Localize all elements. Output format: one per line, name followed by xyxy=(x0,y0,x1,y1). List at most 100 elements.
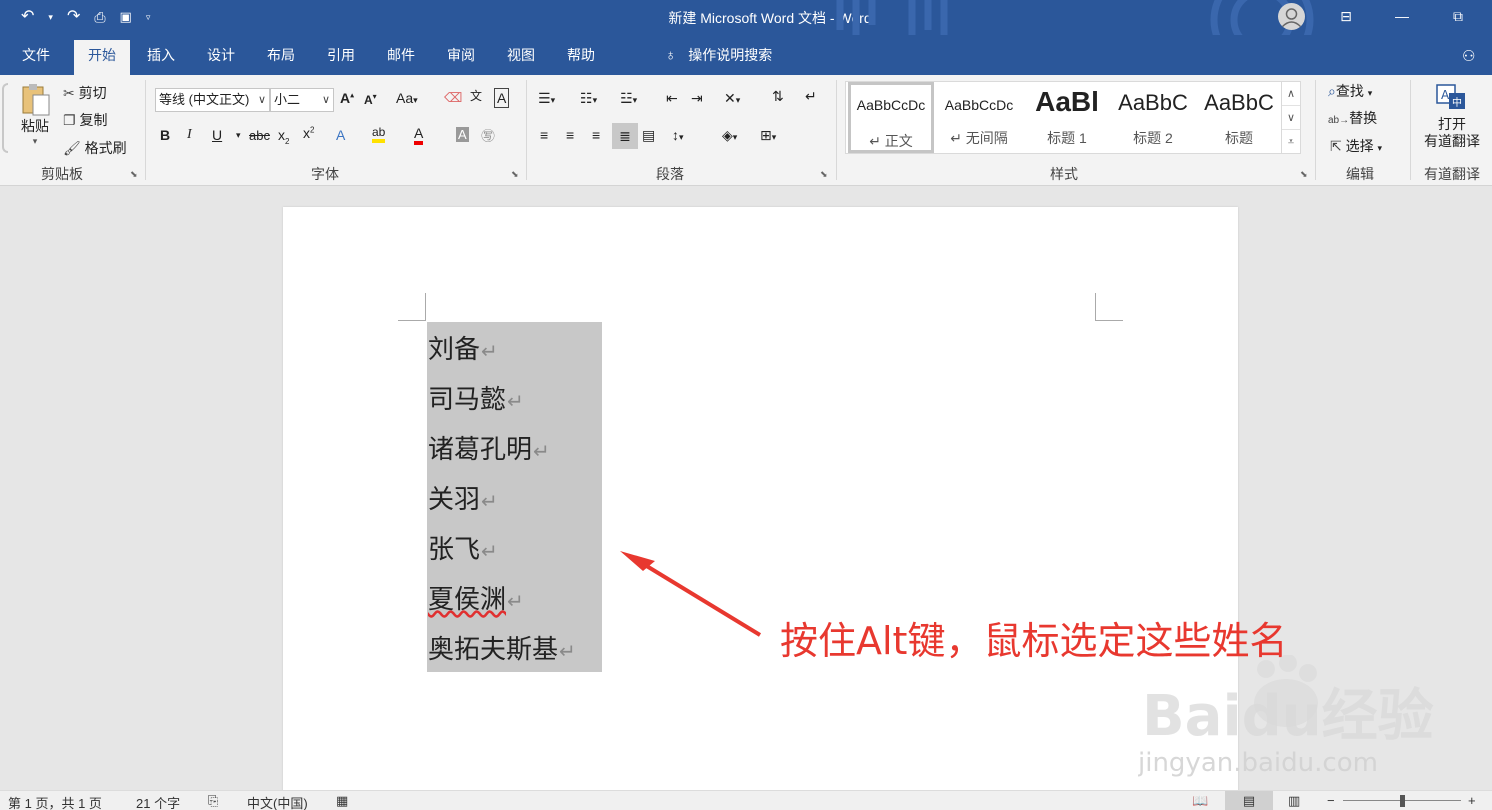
document-line[interactable]: 刘备↵ xyxy=(428,329,498,365)
zoom-out-icon[interactable]: − xyxy=(1327,793,1335,808)
superscript-icon[interactable]: x2 xyxy=(303,125,314,141)
italic-icon[interactable]: I xyxy=(187,127,192,143)
decrease-indent-icon[interactable]: ⇤ xyxy=(666,90,678,107)
document-line[interactable]: 奥拓夫斯基↵ xyxy=(428,629,576,665)
share-icon[interactable]: ⚇ xyxy=(1462,35,1492,75)
tab-design[interactable]: 设计 xyxy=(193,35,249,75)
underline-dropdown-icon[interactable]: ▾ xyxy=(236,130,241,141)
increase-indent-icon[interactable]: ⇥ xyxy=(691,90,703,107)
style-heading-1[interactable]: AaBl 标题 1 xyxy=(1024,82,1110,153)
document-line[interactable]: 司马懿↵ xyxy=(428,379,524,415)
shading-icon[interactable]: ◈▾ xyxy=(722,127,737,144)
change-case-label: Aa xyxy=(396,90,414,106)
open-youdao-button[interactable]: A中 打开 有道翻译 xyxy=(1418,83,1486,150)
paste-button[interactable]: 粘贴 ▾ xyxy=(14,81,56,159)
clipboard-launcher-icon[interactable]: ⬊ xyxy=(130,169,138,180)
font-launcher-icon[interactable]: ⬊ xyxy=(511,169,519,180)
align-right-icon[interactable]: ≡ xyxy=(592,127,600,143)
select-button[interactable]: ⇱ 选择 ▾ xyxy=(1330,136,1382,156)
numbering-icon[interactable]: ☷▾ xyxy=(580,90,597,107)
character-border-icon[interactable]: A xyxy=(494,88,510,108)
tab-layout[interactable]: 布局 xyxy=(253,35,309,75)
justify-icon[interactable]: ≣ xyxy=(612,123,638,149)
document-line[interactable]: 关羽↵ xyxy=(428,479,498,515)
multilevel-list-icon[interactable]: ☳▾ xyxy=(620,90,637,107)
minimize-button[interactable]: — xyxy=(1379,0,1425,35)
styles-up-icon[interactable]: ∧ xyxy=(1282,82,1300,106)
tab-mailings[interactable]: 邮件 xyxy=(373,35,429,75)
find-button[interactable]: ⌕查找 ▾ xyxy=(1328,81,1372,101)
styles-more-icon[interactable]: ⩡ xyxy=(1282,130,1300,154)
zoom-in-icon[interactable]: + xyxy=(1468,793,1476,808)
sort-icon[interactable]: ⇅ xyxy=(772,88,784,105)
zoom-slider-thumb[interactable] xyxy=(1400,795,1405,807)
tab-insert[interactable]: 插入 xyxy=(133,35,189,75)
style-heading-2[interactable]: AaBbC 标题 2 xyxy=(1110,82,1196,153)
print-layout-icon[interactable]: ▤ xyxy=(1225,791,1273,810)
document-line[interactable]: 夏侯渊↵ xyxy=(428,579,524,615)
svg-text:中: 中 xyxy=(1452,96,1462,109)
web-layout-icon[interactable]: ▥ xyxy=(1288,793,1300,809)
read-mode-icon[interactable]: 📖 xyxy=(1192,793,1208,809)
font-color-icon[interactable]: A xyxy=(414,125,424,145)
style-name: 标题 xyxy=(1225,130,1253,146)
tab-view[interactable]: 视图 xyxy=(493,35,549,75)
highlight-icon[interactable]: ab xyxy=(372,125,386,143)
styles-down-icon[interactable]: ∨ xyxy=(1282,106,1300,130)
ribbon-display-options-button[interactable]: ⊟ xyxy=(1323,0,1369,35)
shrink-font-icon[interactable]: A▾ xyxy=(364,90,377,107)
tab-review[interactable]: 审阅 xyxy=(433,35,489,75)
bold-icon[interactable]: B xyxy=(160,127,170,143)
subscript-icon[interactable]: x2 xyxy=(278,127,289,146)
style-title[interactable]: AaBbC 标题 xyxy=(1196,82,1282,153)
style-no-spacing[interactable]: AaBbCcDc ↵ 无间隔 xyxy=(936,82,1022,153)
show-marks-icon[interactable]: ↵ xyxy=(805,88,817,105)
change-case-button[interactable]: Aa▾ xyxy=(396,90,418,106)
styles-launcher-icon[interactable]: ⬊ xyxy=(1300,169,1308,180)
style-sample: AaBbCcDc xyxy=(944,97,1014,113)
chinese-layout-icon[interactable]: ✕▾ xyxy=(724,90,740,107)
tab-file[interactable]: 文件 xyxy=(8,35,64,75)
align-center-icon[interactable]: ≡ xyxy=(566,127,574,143)
cut-button[interactable]: ✂ 剪切 xyxy=(63,83,107,103)
character-shading-icon[interactable]: A xyxy=(456,127,469,142)
tell-me-search[interactable]: ♁ 操作说明搜索 xyxy=(665,35,772,75)
font-name-combo[interactable]: 等线 (中文正文) ∨ xyxy=(155,88,270,112)
align-left-icon[interactable]: ≡ xyxy=(540,127,548,143)
paste-dropdown-icon[interactable]: ▾ xyxy=(14,136,56,147)
paragraph-launcher-icon[interactable]: ⬊ xyxy=(820,169,828,180)
copy-button[interactable]: ❐ 复制 xyxy=(63,110,107,130)
paragraph-mark: ↵ xyxy=(481,489,498,513)
restore-button[interactable]: ⧉ xyxy=(1435,0,1481,35)
enclose-characters-icon[interactable]: ㊢ xyxy=(481,126,495,146)
phonetic-guide-icon[interactable]: 文 xyxy=(470,87,482,104)
tab-help[interactable]: 帮助 xyxy=(553,35,609,75)
user-avatar[interactable] xyxy=(1278,3,1305,30)
language-indicator[interactable]: 中文(中国) xyxy=(247,793,308,810)
clear-formatting-icon[interactable]: ⌫ xyxy=(444,90,462,106)
text-effects-icon[interactable]: A xyxy=(336,127,345,143)
document-line[interactable]: 张飞↵ xyxy=(428,529,498,565)
tab-home[interactable]: 开始 xyxy=(74,40,130,75)
page-count[interactable]: 第 1 页，共 1 页 xyxy=(8,793,102,810)
font-size-combo[interactable]: 小二 ∨ xyxy=(270,88,334,112)
margin-corner-top-left xyxy=(398,293,426,321)
grow-font-icon[interactable]: A▴ xyxy=(340,90,354,106)
distributed-icon[interactable]: ▤ xyxy=(642,127,655,144)
style-normal[interactable]: AaBbCcDc ↵ 正文 xyxy=(848,82,934,153)
bullets-icon[interactable]: ☰▾ xyxy=(538,90,555,107)
accessibility-icon[interactable]: ▦ xyxy=(336,793,348,809)
word-count[interactable]: 21 个字 xyxy=(136,793,180,810)
margin-corner-top-right xyxy=(1095,293,1123,321)
document-page[interactable]: 刘备↵ 司马懿↵ 诸葛孔明↵ 关羽↵ 张飞↵ 夏侯渊↵ 奥拓夫斯基↵ xyxy=(283,207,1238,807)
line-spacing-icon[interactable]: ↕▾ xyxy=(672,127,684,143)
underline-icon[interactable]: U xyxy=(212,127,222,143)
document-line[interactable]: 诸葛孔明↵ xyxy=(428,429,550,465)
macro-record-icon[interactable]: ⎘ xyxy=(208,793,218,809)
document-canvas[interactable]: 刘备↵ 司马懿↵ 诸葛孔明↵ 关羽↵ 张飞↵ 夏侯渊↵ 奥拓夫斯基↵ xyxy=(0,187,1492,807)
strikethrough-icon[interactable]: abc xyxy=(249,128,270,143)
replace-button[interactable]: ab→替换 xyxy=(1328,108,1377,128)
format-painter-button[interactable]: 🖌 格式刷 xyxy=(63,138,127,158)
tab-references[interactable]: 引用 xyxy=(313,35,369,75)
borders-icon[interactable]: ⊞▾ xyxy=(760,127,776,144)
